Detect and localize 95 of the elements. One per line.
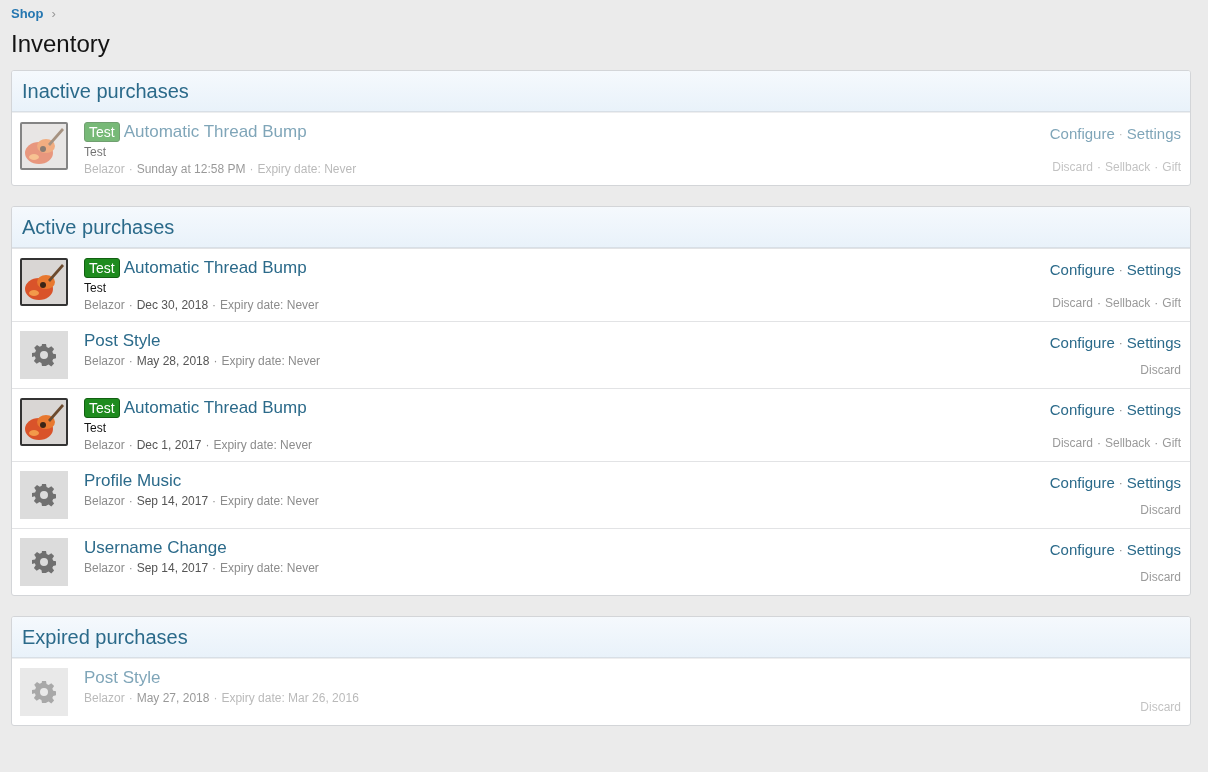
separator-dot: · bbox=[212, 494, 217, 508]
purchase-date: Sep 14, 2017 bbox=[136, 561, 209, 575]
item-title-link[interactable]: Profile Music bbox=[84, 471, 182, 491]
separator-dot: · bbox=[1154, 160, 1159, 174]
separator-dot: · bbox=[1154, 296, 1159, 310]
separator-dot: · bbox=[1154, 436, 1159, 450]
separator-dot: · bbox=[128, 298, 133, 312]
action-link[interactable]: Settings bbox=[1126, 261, 1181, 278]
expiry-date: Expiry date: Never bbox=[221, 354, 321, 368]
action-link[interactable]: Settings bbox=[1126, 401, 1181, 418]
username: Belazor bbox=[84, 494, 125, 508]
separator-dot: · bbox=[212, 298, 217, 312]
page-title: Inventory bbox=[11, 30, 111, 58]
action-link[interactable]: Settings bbox=[1126, 541, 1181, 558]
expiry-date: Expiry date: Never bbox=[213, 438, 313, 452]
action-link[interactable]: Gift bbox=[1162, 436, 1181, 450]
item-title-link[interactable]: Automatic Thread Bump bbox=[123, 258, 307, 278]
separator-dot: · bbox=[1118, 335, 1123, 350]
expiry-date: Expiry date: Never bbox=[257, 162, 357, 176]
separator-dot: · bbox=[1118, 262, 1123, 277]
expiry-date: Expiry date: Never bbox=[220, 298, 319, 312]
separator-dot: · bbox=[205, 438, 210, 452]
action-link[interactable]: Discard bbox=[1052, 436, 1093, 450]
username: Belazor bbox=[84, 438, 125, 452]
item-title-link[interactable]: Username Change bbox=[84, 538, 227, 558]
action-link[interactable]: Configure bbox=[1049, 334, 1115, 351]
prefix-label: Test bbox=[84, 258, 120, 278]
action-link[interactable]: Configure bbox=[1049, 474, 1115, 491]
separator-dot: · bbox=[128, 691, 133, 705]
action-link[interactable]: Discard bbox=[1140, 570, 1181, 584]
gear-icon bbox=[32, 680, 56, 704]
section-header: Inactive purchases bbox=[12, 71, 1190, 112]
purchase-date: May 27, 2018 bbox=[136, 691, 210, 705]
separator-dot: · bbox=[1118, 475, 1123, 490]
prefix-label: Test bbox=[84, 122, 120, 142]
item-description: Test bbox=[84, 281, 107, 295]
item-title-link[interactable]: Post Style bbox=[84, 668, 161, 688]
purchase-date: Sunday at 12:58 PM bbox=[136, 162, 246, 176]
username: Belazor bbox=[84, 691, 125, 705]
expiry-date: Expiry date: Never bbox=[220, 494, 319, 508]
separator-dot: · bbox=[212, 561, 217, 575]
action-link[interactable]: Discard bbox=[1140, 363, 1181, 377]
gear-icon bbox=[32, 483, 56, 507]
expiry-date: Expiry date: Never bbox=[220, 561, 319, 575]
action-link[interactable]: Discard bbox=[1052, 296, 1093, 310]
separator-dot: · bbox=[213, 354, 218, 368]
purchase-date: May 28, 2018 bbox=[136, 354, 210, 368]
breadcrumb-separator: › bbox=[51, 6, 56, 21]
separator-dot: · bbox=[128, 494, 133, 508]
separator-dot: · bbox=[1118, 126, 1123, 141]
action-link[interactable]: Configure bbox=[1049, 261, 1115, 278]
separator-dot: · bbox=[128, 438, 133, 452]
action-link[interactable]: Discard bbox=[1140, 503, 1181, 517]
prefix-label: Test bbox=[84, 398, 120, 418]
section-header: Active purchases bbox=[12, 207, 1190, 248]
action-link[interactable]: Gift bbox=[1162, 296, 1181, 310]
breadcrumb-link[interactable]: Shop bbox=[11, 6, 44, 21]
separator-dot: · bbox=[213, 691, 218, 705]
expiry-date: Expiry date: Mar 26, 2016 bbox=[221, 691, 359, 705]
action-link[interactable]: Configure bbox=[1049, 401, 1115, 418]
separator-dot: · bbox=[1096, 160, 1101, 174]
username: Belazor bbox=[84, 298, 125, 312]
separator-dot: · bbox=[128, 162, 133, 176]
separator-dot: · bbox=[1118, 542, 1123, 557]
action-link[interactable]: Sellback bbox=[1104, 436, 1151, 450]
gear-icon bbox=[32, 550, 56, 574]
action-link[interactable]: Settings bbox=[1126, 474, 1181, 491]
username: Belazor bbox=[84, 561, 125, 575]
username: Belazor bbox=[84, 162, 125, 176]
action-link[interactable]: Discard bbox=[1140, 700, 1181, 714]
purchase-date: Dec 30, 2018 bbox=[136, 298, 209, 312]
separator-dot: · bbox=[128, 561, 133, 575]
action-link[interactable]: Configure bbox=[1049, 541, 1115, 558]
item-description: Test bbox=[84, 421, 107, 435]
action-link[interactable]: Settings bbox=[1126, 125, 1181, 142]
action-link[interactable]: Sellback bbox=[1104, 160, 1151, 174]
item-title-link[interactable]: Automatic Thread Bump bbox=[123, 398, 307, 418]
action-link[interactable]: Sellback bbox=[1104, 296, 1151, 310]
action-link[interactable]: Configure bbox=[1049, 125, 1115, 142]
purchase-date: Dec 1, 2017 bbox=[136, 438, 202, 452]
item-title-link[interactable]: Automatic Thread Bump bbox=[123, 122, 307, 142]
action-link[interactable]: Settings bbox=[1126, 334, 1181, 351]
separator-dot: · bbox=[1096, 296, 1101, 310]
separator-dot: · bbox=[1118, 402, 1123, 417]
username: Belazor bbox=[84, 354, 125, 368]
action-link[interactable]: Gift bbox=[1162, 160, 1181, 174]
item-title-link[interactable]: Post Style bbox=[84, 331, 161, 351]
action-link[interactable]: Discard bbox=[1052, 160, 1093, 174]
gear-icon bbox=[32, 343, 56, 367]
separator-dot: · bbox=[128, 354, 133, 368]
section-header: Expired purchases bbox=[12, 617, 1190, 658]
item-description: Test bbox=[84, 145, 107, 159]
purchase-date: Sep 14, 2017 bbox=[136, 494, 209, 508]
separator-dot: · bbox=[1096, 436, 1101, 450]
separator-dot: · bbox=[249, 162, 254, 176]
